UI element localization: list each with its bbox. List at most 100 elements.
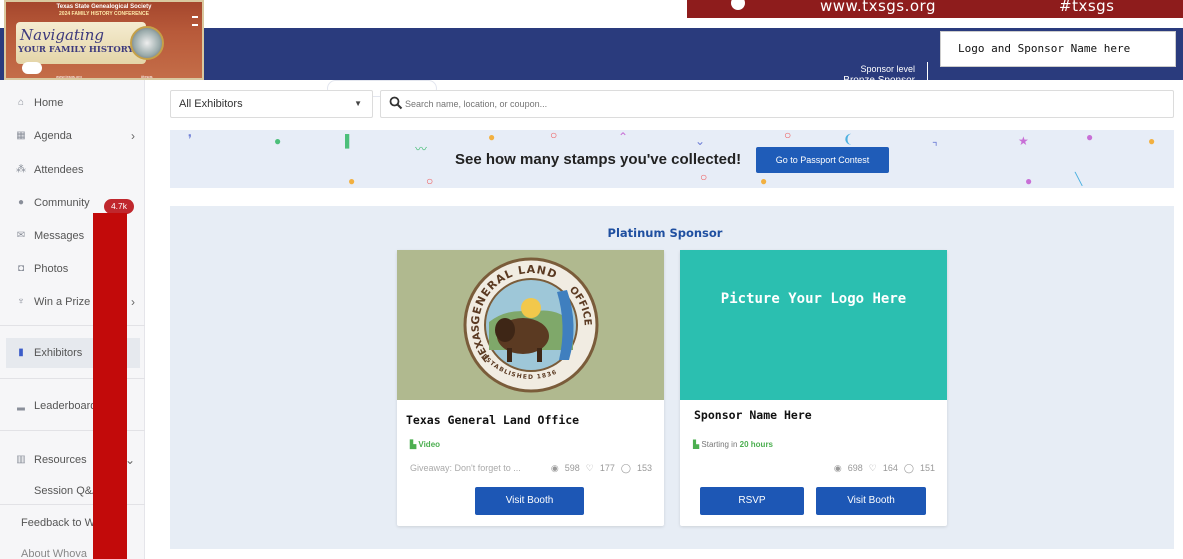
logo-org-name: Texas State Genealogical Society xyxy=(56,4,152,10)
sidebar-item-label: Win a Prize xyxy=(34,296,91,308)
like-count: 177 xyxy=(599,463,615,473)
mascot-icon xyxy=(731,0,745,10)
exhibitor-card[interactable]: GENERAL LAND TEXAS OFFICE ESTABLISHED 18… xyxy=(397,250,664,526)
sponsor-level-value: Bronze Sponsor xyxy=(843,75,915,86)
banner-url: www.txsgs.org xyxy=(820,0,936,15)
tsgs-logo-icon xyxy=(22,62,42,74)
confetti: ⌄ xyxy=(695,134,706,148)
sidebar-item-home[interactable]: ⌂ Home xyxy=(0,88,145,118)
sponsor-level: Sponsor level Bronze Sponsor xyxy=(843,64,915,86)
status-label: Starting in xyxy=(701,440,738,449)
status-label: Video xyxy=(418,440,441,449)
like-count: 164 xyxy=(882,463,898,473)
sidebar-item-label: Attendees xyxy=(34,164,84,176)
top-banner-strip: www.txsgs.org #txsgs xyxy=(687,0,1183,18)
view-count: 698 xyxy=(847,463,863,473)
sidebar-item-label: Messages xyxy=(34,230,85,242)
bar-chart-icon: ▂ xyxy=(17,400,25,411)
confetti: ○ xyxy=(784,130,792,142)
confetti: ╲ xyxy=(1075,172,1083,186)
sponsor-logo-placeholder[interactable]: Logo and Sponsor Name here xyxy=(940,31,1176,67)
go-to-passport-contest-button[interactable]: Go to Passport Contest xyxy=(756,147,889,173)
rsvp-button[interactable]: RSVP xyxy=(700,487,804,515)
sponsor-section: Platinum Sponsor GENERAL LAND TEXAS OFFI… xyxy=(170,206,1174,549)
search-input[interactable] xyxy=(405,95,1145,113)
confetti: ○ xyxy=(700,170,708,184)
exhibitor-stats: ◉ 598 ♡ 177 ◯ 153 xyxy=(551,463,652,474)
exhibitor-stats: ◉ 698 ♡ 164 ◯ 151 xyxy=(834,463,935,474)
calendar-icon: ▦ xyxy=(16,130,26,141)
exhibitor-name[interactable]: Texas General Land Office xyxy=(406,413,579,427)
confetti: 〰 xyxy=(415,142,428,156)
confetti: ● xyxy=(348,174,356,188)
exhibitor-name[interactable]: Sponsor Name Here xyxy=(694,408,812,422)
confetti: ❜ xyxy=(188,132,192,146)
logo-footer-url: www.txsgs.org xyxy=(56,74,82,79)
sidebar-item-label: Exhibitors xyxy=(34,347,83,359)
caret-down-icon: ▼ xyxy=(354,99,362,108)
sidebar-item-label: Photos xyxy=(34,263,69,275)
logo-title-caps: YOUR FAMILY HISTORY xyxy=(18,45,134,55)
redaction-bar xyxy=(93,213,127,559)
exhibitor-filter-select[interactable]: All Exhibitors ▼ xyxy=(170,90,373,118)
trophy-icon: ♆ xyxy=(17,296,25,307)
sidebar-item-label: Community xyxy=(34,197,90,209)
visit-booth-button[interactable]: Visit Booth xyxy=(475,487,584,515)
exhibitor-status: ▙ Video xyxy=(410,440,440,449)
view-count: 598 xyxy=(564,463,580,473)
confetti: ○ xyxy=(426,174,434,188)
logo-title-script: Navigating xyxy=(20,26,104,44)
exhibitor-card[interactable]: Picture Your Logo Here Sponsor Name Here… xyxy=(680,250,947,526)
search-icon xyxy=(389,96,403,110)
comment-count: 151 xyxy=(919,463,935,473)
confetti: ● xyxy=(488,130,496,144)
views-icon: ◉ xyxy=(550,463,559,473)
chevron-right-icon: › xyxy=(131,295,135,309)
land-office-seal-icon: GENERAL LAND TEXAS OFFICE ESTABLISHED 18… xyxy=(463,257,599,393)
logo-badge-date xyxy=(192,16,198,18)
heart-icon: ♡ xyxy=(585,463,594,473)
filter-selected-value: All Exhibitors xyxy=(179,98,243,110)
status-countdown: 20 hours xyxy=(739,440,773,449)
logo-placeholder-text: Picture Your Logo Here xyxy=(720,291,907,307)
visit-booth-button[interactable]: Visit Booth xyxy=(816,487,926,515)
heart-icon: ♡ xyxy=(868,463,877,473)
confetti: ● xyxy=(1086,130,1094,144)
community-count-badge: 4.7k xyxy=(104,199,134,214)
confetti: ▌ xyxy=(345,134,354,148)
sidebar-item-label: Home xyxy=(34,97,64,109)
views-icon: ◉ xyxy=(833,463,842,473)
sidebar-item-label: Leaderboard xyxy=(34,400,97,412)
exhibitor-status: ▙ Starting in 20 hours xyxy=(693,440,773,449)
chevron-right-icon: › xyxy=(131,129,135,143)
sidebar-item-agenda[interactable]: ▦ Agenda › xyxy=(0,121,145,151)
people-icon: ⁂ xyxy=(16,164,26,175)
chat-bubbles-icon: ● xyxy=(17,197,25,208)
exhibitor-description: Giveaway: Don't forget to ... xyxy=(410,463,521,473)
confetti: ● xyxy=(760,174,768,188)
comment-icon: ◯ xyxy=(903,463,914,473)
confetti: ● xyxy=(274,134,282,148)
exhibitor-search[interactable] xyxy=(380,90,1174,118)
confetti: ● xyxy=(1025,174,1033,188)
confetti: ⌝ xyxy=(932,140,938,154)
building-icon: ▥ xyxy=(16,454,26,465)
sidebar-item-label: Resources xyxy=(34,454,87,466)
exhibitor-banner: Picture Your Logo Here xyxy=(680,250,947,400)
event-logo[interactable]: Texas State Genealogical Society 2024 FA… xyxy=(4,0,204,80)
home-icon: ⌂ xyxy=(17,97,25,108)
comment-count: 153 xyxy=(636,463,652,473)
logo-badge-virtual xyxy=(192,24,198,26)
logo-footer-tag: #txsgs xyxy=(141,74,153,79)
bookmark-icon: ▮ xyxy=(18,347,24,358)
logo-year-line: 2024 FAMILY HISTORY CONFERENCE xyxy=(59,11,149,17)
confetti: ❨ xyxy=(843,132,854,146)
compass-icon xyxy=(130,26,164,60)
passport-contest-banner: ❜ ● ▌ 〰 ● ○ ⌃ ⌄ ○ ❨ ⌝ ★ ● ● ● ○ ○ ● ● ╲ … xyxy=(170,130,1174,188)
banner-hashtag: #txsgs xyxy=(1059,0,1115,15)
video-icon: ▙ xyxy=(693,440,700,449)
confetti: ● xyxy=(1148,134,1156,148)
sidebar-item-attendees[interactable]: ⁂ Attendees xyxy=(0,155,145,185)
confetti: ○ xyxy=(550,130,558,142)
camera-icon: ◘ xyxy=(17,263,25,274)
